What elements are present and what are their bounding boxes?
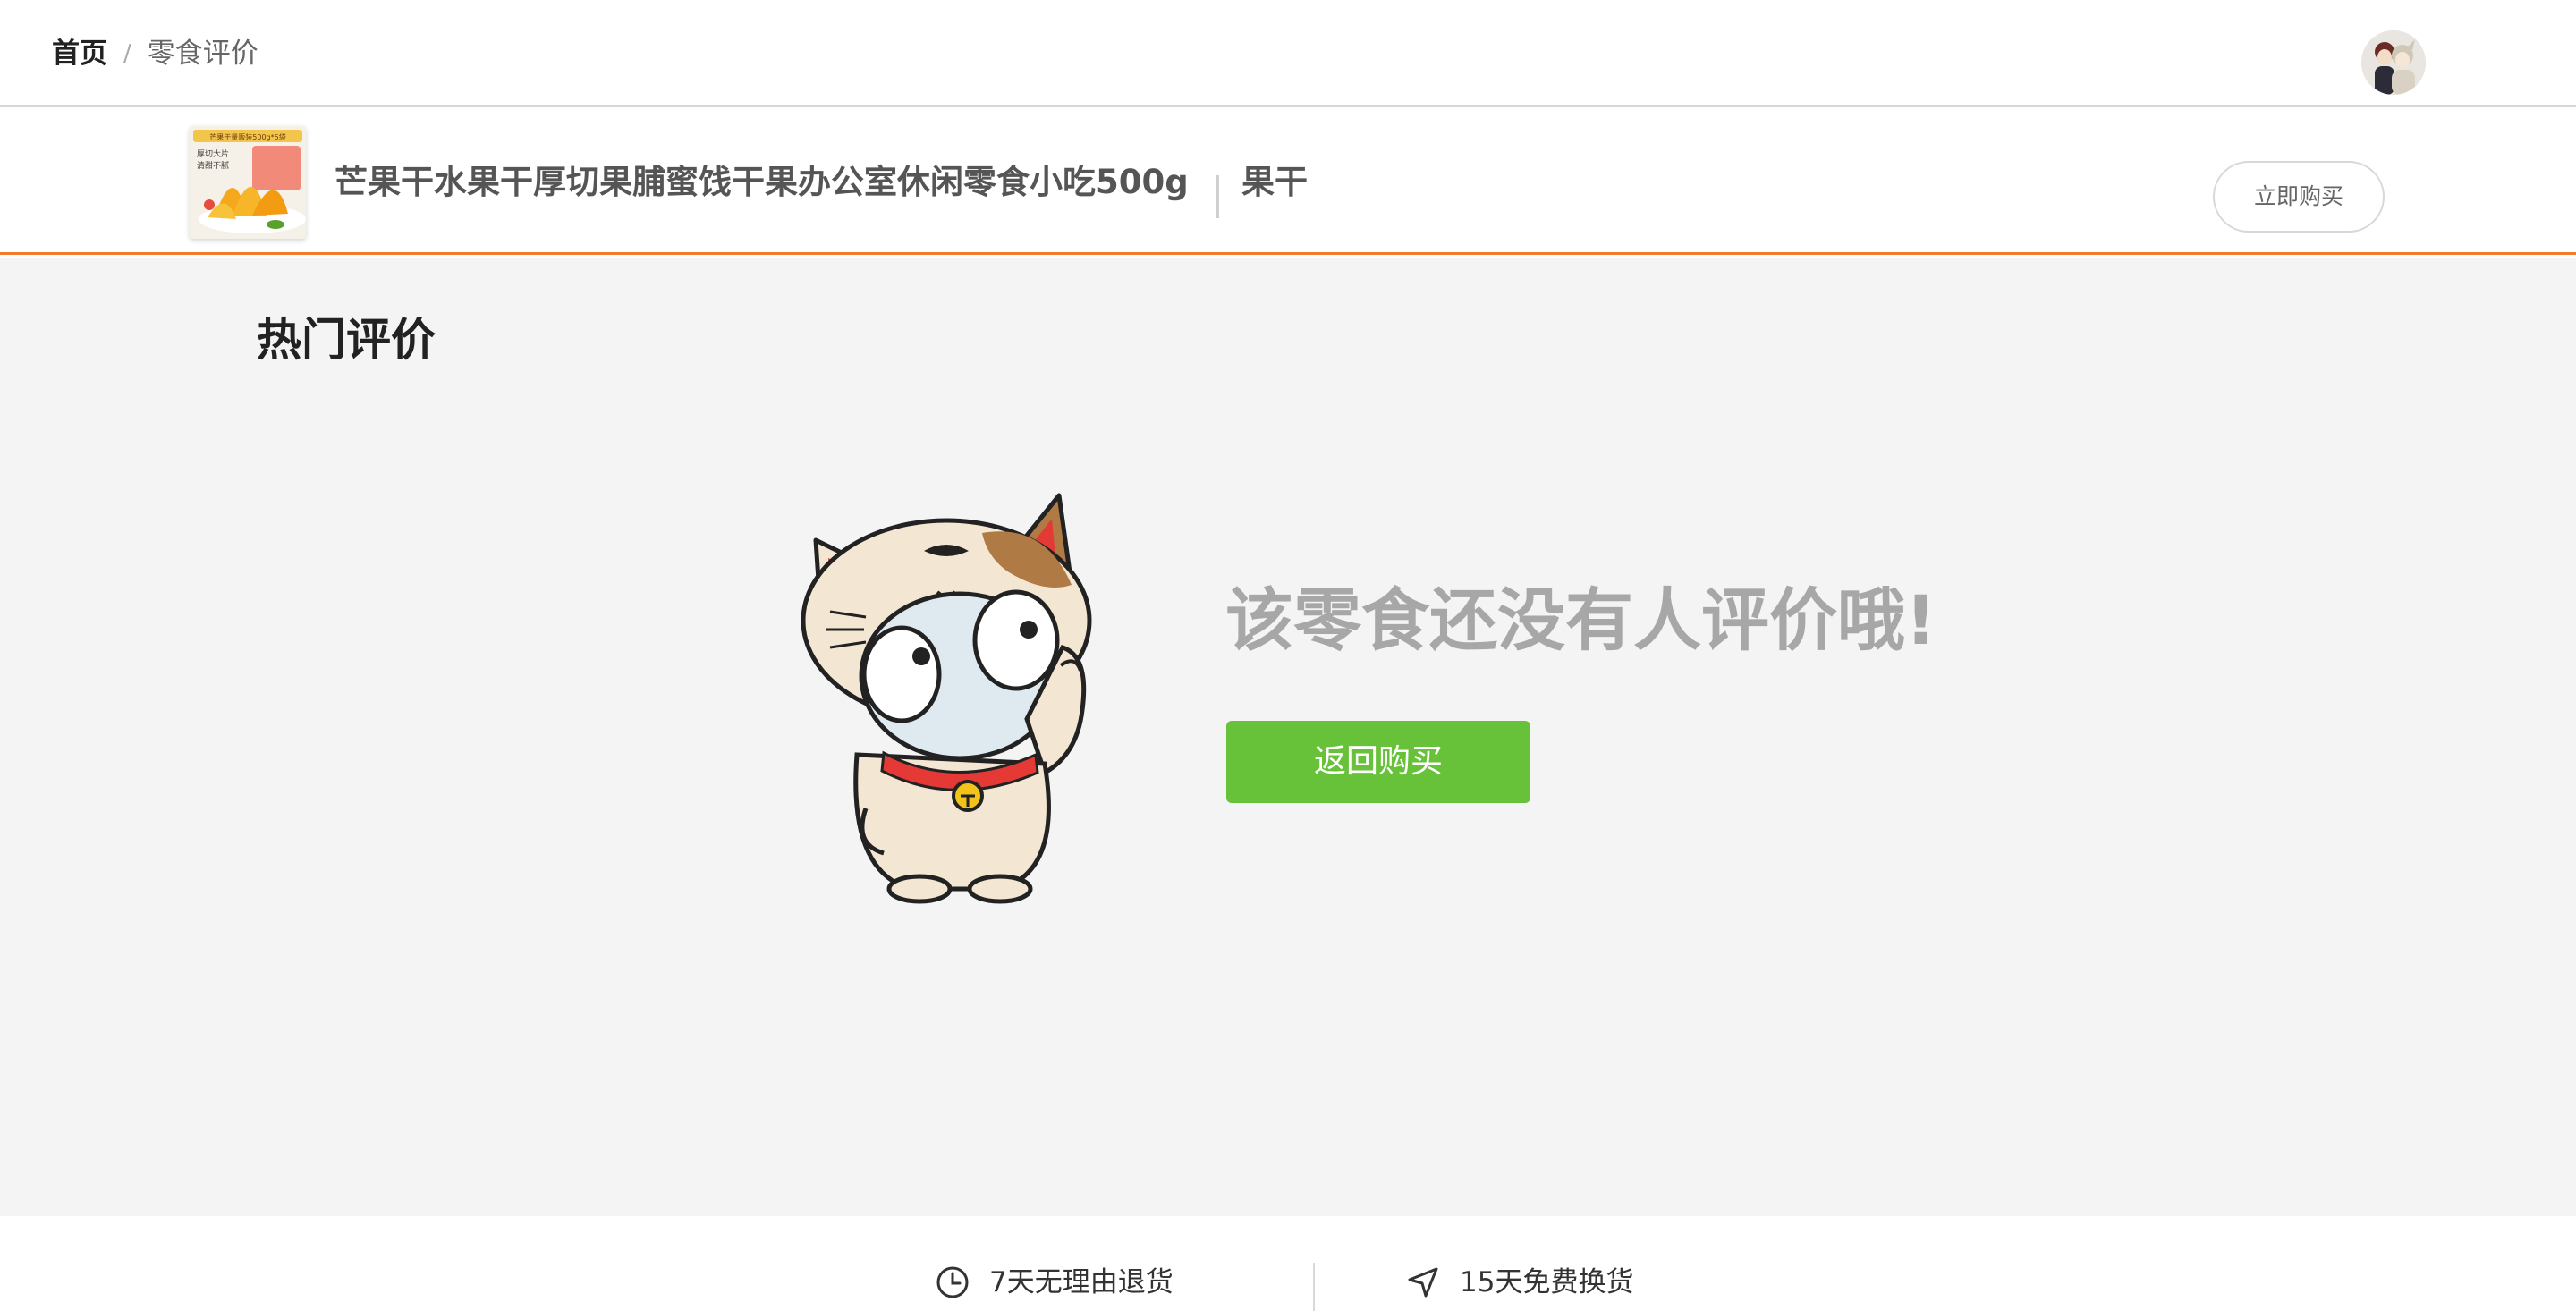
- product-thumbnail[interactable]: 芒果干量贩装500g*5袋 厚切大片 清甜不腻: [190, 126, 306, 239]
- section-title: 热门评价: [257, 314, 436, 366]
- product-info-bar: 芒果干量贩装500g*5袋 厚切大片 清甜不腻 芒果干水果干厚切果脯蜜饯干果办公…: [0, 110, 2576, 255]
- back-to-purchase-button[interactable]: 返回购买: [1226, 721, 1530, 803]
- clock-icon: [936, 1266, 969, 1298]
- lucky-cat-mascot-illustration: [776, 486, 1107, 907]
- navigation-arrow-icon: [1408, 1267, 1438, 1298]
- buy-now-button[interactable]: 立即购买: [2213, 161, 2385, 233]
- reviews-section: 热门评价 该零食还没有人评价哦! 返回购买: [0, 258, 2576, 1216]
- guarantee-exchange-policy: 15天免费换货: [1406, 1263, 1633, 1302]
- breadcrumb-home-link[interactable]: 首页: [52, 32, 107, 75]
- breadcrumb-separator: /: [123, 40, 131, 67]
- product-name: 芒果干水果干厚切果脯蜜饯干果办公室休闲零食小吃500g: [335, 163, 1189, 201]
- user-avatar[interactable]: [2361, 30, 2426, 95]
- breadcrumb: 首页 / 零食评价: [52, 32, 258, 75]
- thumbnail-line2-text: 清甜不腻: [197, 160, 229, 171]
- footer-guarantees: 7天无理由退货 15天免费换货: [0, 1216, 2576, 1311]
- product-thumbnail-image: 芒果干量贩装500g*5袋 厚切大片 清甜不腻: [190, 126, 306, 239]
- avatar-image: [2361, 30, 2426, 95]
- empty-reviews-message: 该零食还没有人评价哦!: [1225, 580, 1936, 660]
- product-divider: [1216, 175, 1219, 218]
- guarantee-exchange-label: 15天免费换货: [1460, 1266, 1634, 1298]
- guarantee-return-policy: 7天无理由退货: [936, 1263, 1174, 1302]
- breadcrumb-current-page: 零食评价: [147, 38, 258, 70]
- footer-divider: [1313, 1263, 1315, 1311]
- guarantee-return-label: 7天无理由退货: [989, 1266, 1174, 1298]
- product-category: 果干: [1241, 163, 1308, 201]
- thumbnail-banner-text: 芒果干量贩装500g*5袋: [209, 132, 285, 141]
- thumbnail-line1-text: 厚切大片: [197, 148, 229, 159]
- top-navigation-bar: 首页 / 零食评价: [0, 0, 2576, 107]
